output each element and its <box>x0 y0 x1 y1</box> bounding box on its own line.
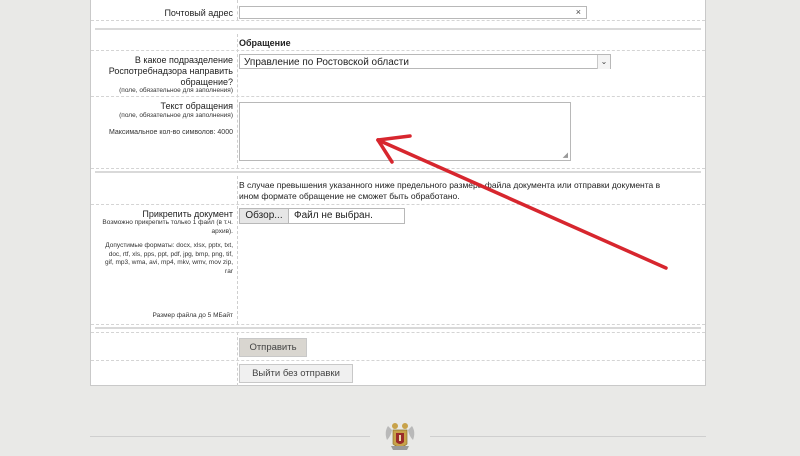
annotation-arrow-icon <box>376 134 668 270</box>
